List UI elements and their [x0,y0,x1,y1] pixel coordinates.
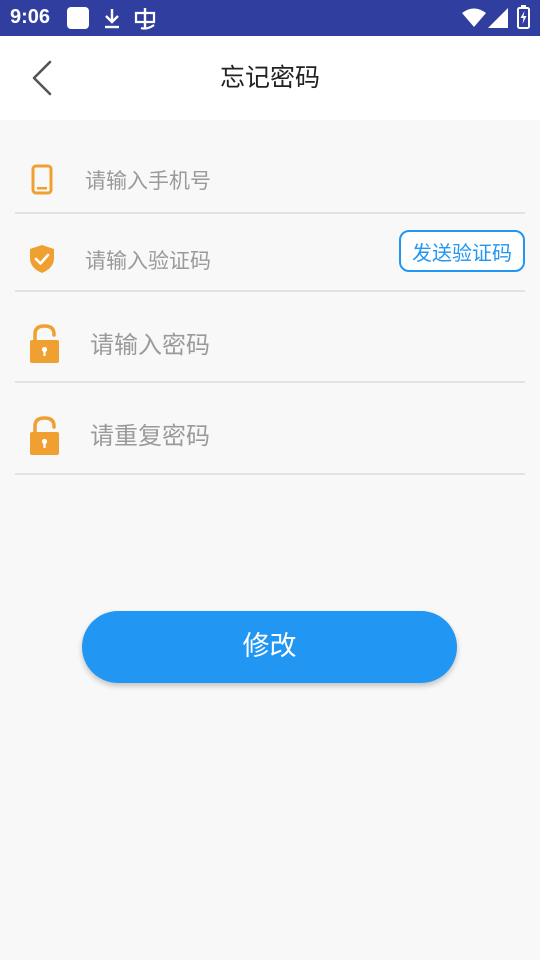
submit-button[interactable]: 修改 [82,611,457,683]
confirm-password-input[interactable] [90,417,490,455]
download-icon [102,7,122,33]
header: 忘记密码 [0,36,540,120]
password-row [15,290,525,383]
code-row: 发送验证码 [15,212,525,292]
unlock-icon [29,324,60,368]
battery-icon [517,5,530,33]
phone-row [15,150,525,214]
status-bar: 9:06 [0,0,540,36]
signal-icon [488,8,508,32]
bug-icon [132,6,158,34]
send-code-button[interactable]: 发送验证码 [399,230,525,272]
phone-input[interactable] [85,164,485,198]
status-time: 9:06 [10,6,51,28]
app-notification-icon [67,7,89,33]
phone-icon [31,164,53,199]
shield-check-icon [29,244,55,278]
unlock-icon [29,416,60,460]
page-title: 忘记密码 [219,63,320,92]
password-input[interactable] [90,326,490,364]
wifi-icon [462,8,486,32]
confirm-password-row [15,381,525,475]
code-input[interactable] [85,244,385,278]
